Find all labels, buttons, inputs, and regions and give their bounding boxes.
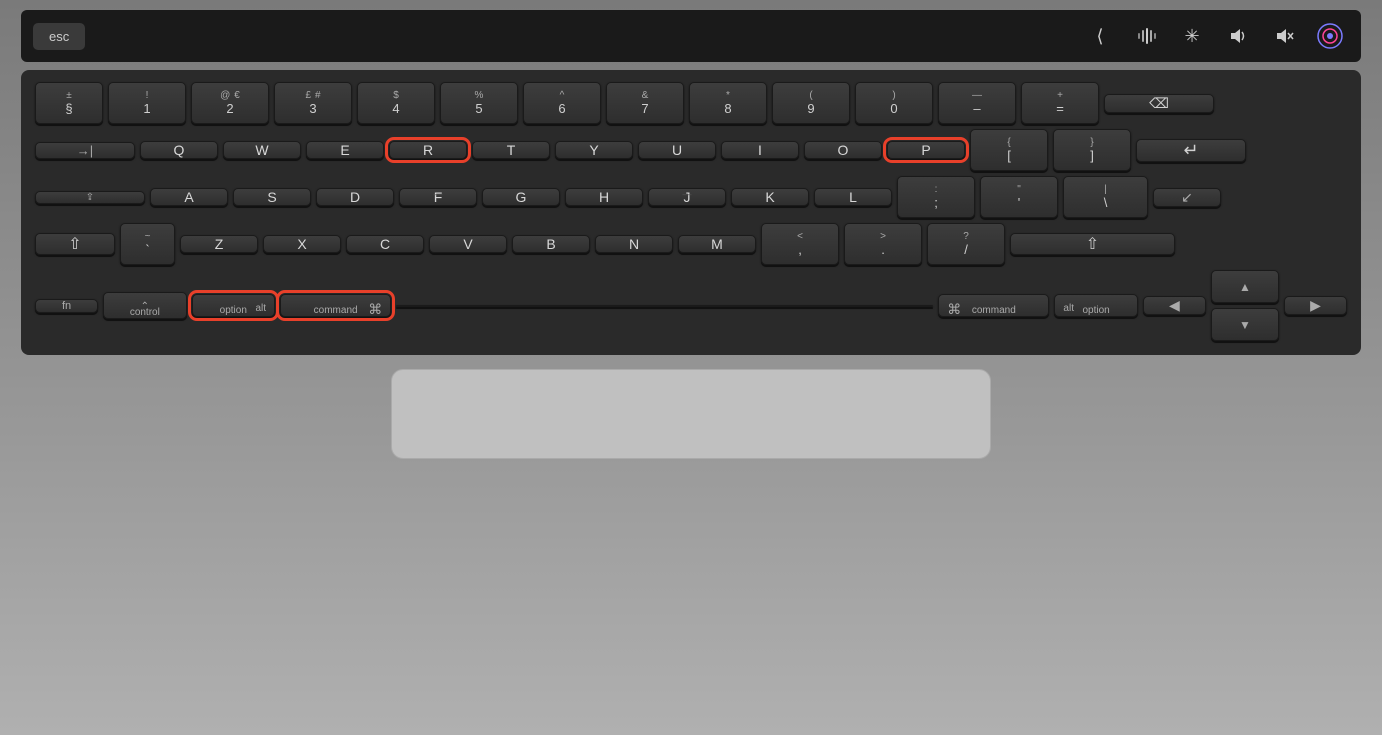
touch-bar-right: ⟨ ✳: [1081, 18, 1349, 54]
key-u[interactable]: U: [638, 141, 716, 159]
key-option-left[interactable]: alt option: [192, 294, 275, 317]
key-shift-left[interactable]: ⇧: [35, 233, 115, 255]
key-6[interactable]: ^ 6: [523, 82, 601, 124]
trackpad[interactable]: [391, 369, 991, 459]
key-section[interactable]: ± §: [35, 82, 103, 124]
arrow-vertical-group: ▲ ▼: [1211, 270, 1279, 341]
key-delete[interactable]: ⌫: [1104, 94, 1214, 113]
touch-bar: esc ⟨ ✳: [21, 10, 1361, 62]
key-9[interactable]: ( 9: [772, 82, 850, 124]
key-8[interactable]: * 8: [689, 82, 767, 124]
key-bracket-right[interactable]: } ]: [1053, 129, 1131, 171]
key-equals[interactable]: + =: [1021, 82, 1099, 124]
key-quote[interactable]: " ': [980, 176, 1058, 218]
key-t[interactable]: T: [472, 141, 550, 159]
key-z[interactable]: Z: [180, 235, 258, 253]
key-a[interactable]: A: [150, 188, 228, 206]
keyboard-wrapper: esc ⟨ ✳ ± §: [0, 0, 1382, 735]
zxcv-row: ⇧ ~ ` Z X C V B N: [35, 223, 1347, 265]
key-arrow-down[interactable]: ▼: [1211, 308, 1279, 341]
key-3[interactable]: £# 3: [274, 82, 352, 124]
key-c[interactable]: C: [346, 235, 424, 253]
key-d[interactable]: D: [316, 188, 394, 206]
touch-bar-left: esc: [33, 23, 85, 50]
key-semicolon[interactable]: : ;: [897, 176, 975, 218]
key-2[interactable]: @€ 2: [191, 82, 269, 124]
key-h[interactable]: H: [565, 188, 643, 206]
key-j[interactable]: J —: [648, 188, 726, 206]
siri-icon: [1311, 18, 1349, 54]
key-p[interactable]: P: [887, 141, 965, 159]
key-e[interactable]: E: [306, 141, 384, 159]
key-option-right[interactable]: alt option: [1054, 294, 1137, 317]
key-0[interactable]: ) 0: [855, 82, 933, 124]
key-space[interactable]: [396, 305, 933, 307]
key-n[interactable]: N: [595, 235, 673, 253]
key-comma[interactable]: < ,: [761, 223, 839, 265]
key-q[interactable]: Q: [140, 141, 218, 159]
key-i[interactable]: I: [721, 141, 799, 159]
key-fn[interactable]: fn: [35, 299, 98, 313]
key-arrow-left[interactable]: ◀: [1143, 296, 1206, 315]
keyboard-body: ± § ! 1 @€ 2 £# 3 $ 4: [21, 70, 1361, 355]
key-r[interactable]: R: [389, 141, 467, 159]
key-period[interactable]: > .: [844, 223, 922, 265]
key-x[interactable]: X: [263, 235, 341, 253]
mute-icon: [1265, 18, 1303, 54]
key-y[interactable]: Y: [555, 141, 633, 159]
key-k[interactable]: K: [731, 188, 809, 206]
bottom-row: fn ⌃ control alt option ⌘ command ⌘ co: [35, 270, 1347, 341]
key-command-left[interactable]: ⌘ command: [280, 294, 391, 317]
key-1[interactable]: ! 1: [108, 82, 186, 124]
key-control[interactable]: ⌃ control: [103, 292, 186, 319]
key-fn-up[interactable]: ↙: [1153, 188, 1221, 207]
key-o[interactable]: O: [804, 141, 882, 159]
volume-icon: [1219, 18, 1257, 54]
key-f[interactable]: F —: [399, 188, 477, 206]
key-slash[interactable]: ? /: [927, 223, 1005, 265]
key-minus[interactable]: — –: [938, 82, 1016, 124]
key-backslash[interactable]: | \: [1063, 176, 1148, 218]
qwerty-row: →| Q W E R T Y U: [35, 129, 1347, 171]
key-tilde[interactable]: ~ `: [120, 223, 175, 265]
number-row: ± § ! 1 @€ 2 £# 3 $ 4: [35, 82, 1347, 124]
key-g[interactable]: G: [482, 188, 560, 206]
back-icon: ⟨: [1081, 18, 1119, 54]
key-caps[interactable]: ⇪: [35, 191, 145, 204]
key-l[interactable]: L: [814, 188, 892, 206]
esc-key[interactable]: esc: [33, 23, 85, 50]
key-b[interactable]: B: [512, 235, 590, 253]
key-w[interactable]: W: [223, 141, 301, 159]
key-arrow-right[interactable]: ▶: [1284, 296, 1347, 315]
siri-wave-icon: [1127, 18, 1165, 54]
key-v[interactable]: V: [429, 235, 507, 253]
key-s[interactable]: S: [233, 188, 311, 206]
key-m[interactable]: M: [678, 235, 756, 253]
key-arrow-up[interactable]: ▲: [1211, 270, 1279, 303]
key-tab[interactable]: →|: [35, 142, 135, 159]
key-4[interactable]: $ 4: [357, 82, 435, 124]
key-command-right[interactable]: ⌘ command: [938, 294, 1049, 317]
key-shift-right[interactable]: ⇧: [1010, 233, 1175, 255]
key-7[interactable]: & 7: [606, 82, 684, 124]
key-return[interactable]: ↵: [1136, 139, 1246, 162]
key-5[interactable]: % 5: [440, 82, 518, 124]
asdf-row: ⇪ A S D F — G H J —: [35, 176, 1347, 218]
brightness-icon: ✳: [1173, 18, 1211, 54]
key-bracket-left[interactable]: { [: [970, 129, 1048, 171]
